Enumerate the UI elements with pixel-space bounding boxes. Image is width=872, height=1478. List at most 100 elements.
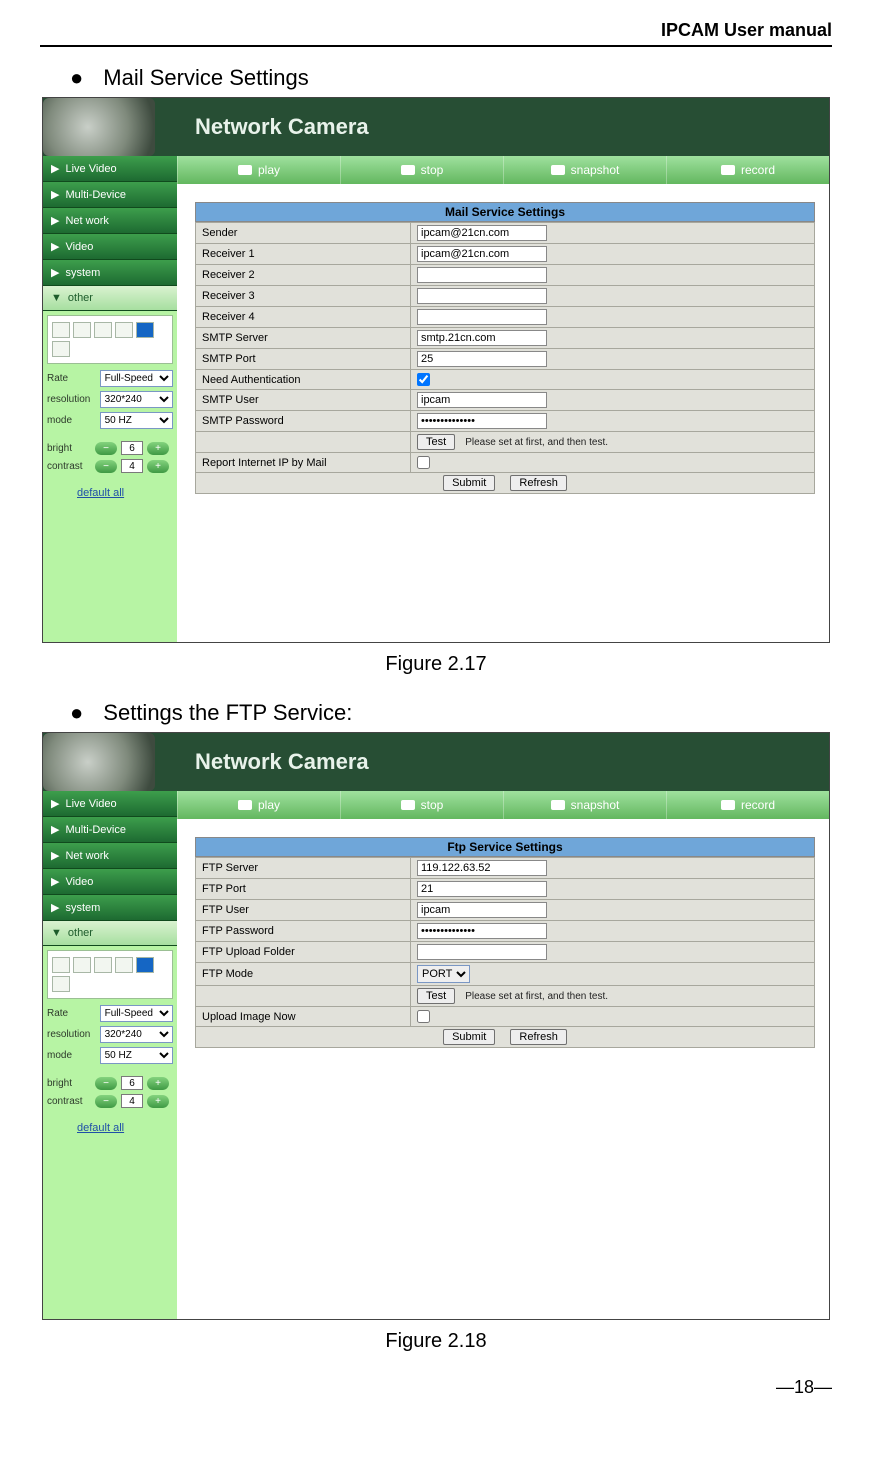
ftp-port-input[interactable]: [417, 881, 547, 897]
receiver1-label: Receiver 1: [196, 244, 411, 265]
minus-button[interactable]: −: [95, 1077, 117, 1090]
ftp-server-label: FTP Server: [196, 858, 411, 879]
ctrl-icon[interactable]: [94, 322, 112, 338]
play-button[interactable]: play: [177, 156, 340, 184]
receiver1-input[interactable]: [417, 246, 547, 262]
mode-select[interactable]: 50 HZ: [100, 1047, 173, 1064]
resolution-select[interactable]: 320*240: [100, 1026, 173, 1043]
record-button[interactable]: record: [666, 791, 829, 819]
smtp-server-input[interactable]: [417, 330, 547, 346]
form-title: Mail Service Settings: [195, 202, 815, 222]
ctrl-icon[interactable]: [52, 322, 70, 338]
submit-button[interactable]: Submit: [443, 475, 495, 491]
sender-input[interactable]: [417, 225, 547, 241]
minus-button[interactable]: −: [95, 1095, 117, 1108]
resolution-row: resolution 320*240: [43, 389, 177, 410]
sidebar-item-multi-device[interactable]: ▶Multi-Device: [43, 182, 177, 208]
need-auth-checkbox[interactable]: [417, 373, 430, 386]
sidebar-item-network[interactable]: ▶Net work: [43, 208, 177, 234]
ftp-mode-select[interactable]: PORT: [417, 965, 470, 983]
record-button[interactable]: record: [666, 156, 829, 184]
sidebar-item-video[interactable]: ▶Video: [43, 869, 177, 895]
ftp-port-label: FTP Port: [196, 879, 411, 900]
test-button[interactable]: Test: [417, 434, 455, 450]
ftp-user-input[interactable]: [417, 902, 547, 918]
sidebar-label: Live Video: [65, 798, 116, 810]
refresh-button[interactable]: Refresh: [510, 1029, 567, 1045]
resolution-label: resolution: [47, 394, 97, 405]
ftp-password-input[interactable]: [417, 923, 547, 939]
sidebar-item-video[interactable]: ▶Video: [43, 234, 177, 260]
snapshot-button[interactable]: snapshot: [503, 791, 666, 819]
rate-select[interactable]: Full-Speed: [100, 370, 173, 387]
test-button[interactable]: Test: [417, 988, 455, 1004]
smtp-port-label: SMTP Port: [196, 349, 411, 370]
app-title: Network Camera: [195, 114, 369, 140]
report-ip-label: Report Internet IP by Mail: [196, 453, 411, 473]
stop-button[interactable]: stop: [340, 156, 503, 184]
default-all-link[interactable]: default all: [43, 1110, 177, 1134]
plus-button[interactable]: +: [147, 1077, 169, 1090]
plus-button[interactable]: +: [147, 1095, 169, 1108]
smtp-port-input[interactable]: [417, 351, 547, 367]
ctrl-icon[interactable]: [52, 341, 70, 357]
sidebar-label: Multi-Device: [65, 189, 126, 201]
smtp-user-input[interactable]: [417, 392, 547, 408]
rate-select[interactable]: Full-Speed: [100, 1005, 173, 1022]
test-hint: Please set at first, and then test.: [465, 991, 608, 1002]
upload-now-checkbox[interactable]: [417, 1010, 430, 1023]
contrast-value[interactable]: [121, 1094, 143, 1108]
ftp-folder-input[interactable]: [417, 944, 547, 960]
bright-value[interactable]: [121, 1076, 143, 1090]
sidebar-item-live-video[interactable]: ▶Live Video: [43, 791, 177, 817]
minus-button[interactable]: −: [95, 442, 117, 455]
plus-button[interactable]: +: [147, 460, 169, 473]
contrast-value[interactable]: [121, 459, 143, 473]
bright-value[interactable]: [121, 441, 143, 455]
minus-button[interactable]: −: [95, 460, 117, 473]
smtp-password-input[interactable]: [417, 413, 547, 429]
ctrl-icon[interactable]: [52, 976, 70, 992]
snapshot-button[interactable]: snapshot: [503, 156, 666, 184]
sidebar-label: Net work: [65, 850, 108, 862]
play-button[interactable]: play: [177, 791, 340, 819]
default-all-link[interactable]: default all: [43, 475, 177, 499]
receiver3-input[interactable]: [417, 288, 547, 304]
receiver4-input[interactable]: [417, 309, 547, 325]
mode-select[interactable]: 50 HZ: [100, 412, 173, 429]
control-icons: [47, 315, 173, 364]
resolution-select[interactable]: 320*240: [100, 391, 173, 408]
sidebar-label: system: [65, 902, 100, 914]
plus-button[interactable]: +: [147, 442, 169, 455]
resolution-row: resolution 320*240: [43, 1024, 177, 1045]
ctrl-icon[interactable]: [115, 322, 133, 338]
ctrl-icon[interactable]: [73, 957, 91, 973]
stop-button[interactable]: stop: [340, 791, 503, 819]
main-panel: Mail Service Settings Sender Receiver 1 …: [177, 184, 829, 642]
ctrl-icon[interactable]: [115, 957, 133, 973]
submit-button[interactable]: Submit: [443, 1029, 495, 1045]
sidebar-item-system[interactable]: ▶system: [43, 260, 177, 286]
sidebar-item-other[interactable]: ▼other: [43, 921, 177, 946]
camera-image: [43, 98, 155, 156]
ctrl-icon[interactable]: [136, 322, 154, 338]
sidebar-item-multi-device[interactable]: ▶Multi-Device: [43, 817, 177, 843]
mode-label: mode: [47, 415, 97, 426]
sidebar-item-system[interactable]: ▶system: [43, 895, 177, 921]
snapshot-label: snapshot: [571, 163, 620, 177]
ctrl-icon[interactable]: [94, 957, 112, 973]
sidebar-item-live-video[interactable]: ▶Live Video: [43, 156, 177, 182]
ctrl-icon[interactable]: [136, 957, 154, 973]
report-ip-checkbox[interactable]: [417, 456, 430, 469]
ctrl-icon[interactable]: [52, 957, 70, 973]
refresh-button[interactable]: Refresh: [510, 475, 567, 491]
stop-icon: [401, 800, 415, 810]
sidebar-item-other[interactable]: ▼other: [43, 286, 177, 311]
app-header: Network Camera: [43, 733, 829, 791]
bright-label: bright: [47, 1078, 91, 1089]
receiver2-input[interactable]: [417, 267, 547, 283]
control-icons: [47, 950, 173, 999]
sidebar-item-network[interactable]: ▶Net work: [43, 843, 177, 869]
ctrl-icon[interactable]: [73, 322, 91, 338]
ftp-server-input[interactable]: [417, 860, 547, 876]
